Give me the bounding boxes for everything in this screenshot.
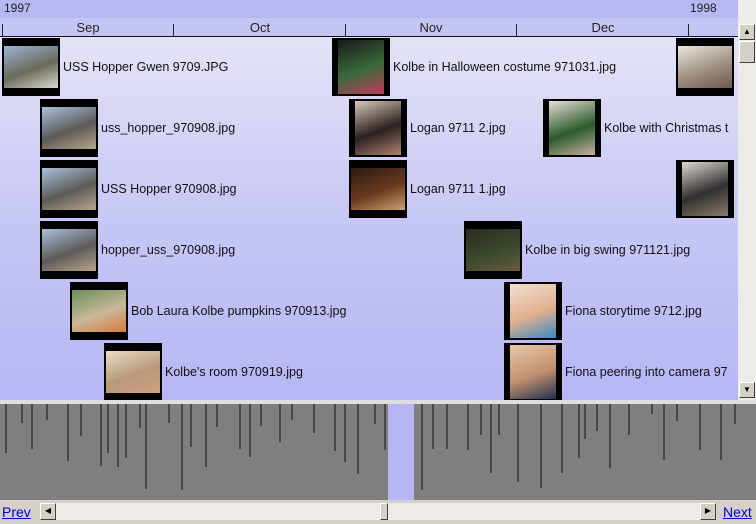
- scroll-left-button[interactable]: ◀: [40, 503, 56, 520]
- photo-thumbnail[interactable]: [349, 160, 407, 218]
- month-tick: [2, 24, 3, 36]
- photo-thumbnail[interactable]: [464, 221, 522, 279]
- photo-thumbnail[interactable]: [2, 38, 60, 96]
- overview-ticks: [5, 404, 736, 490]
- photo-filename[interactable]: Fiona peering into camera 97: [565, 365, 728, 379]
- photo-image: [351, 168, 405, 210]
- photo-filename[interactable]: USS Hopper 970908.jpg: [101, 182, 237, 196]
- photo-filename[interactable]: USS Hopper Gwen 9709.JPG: [63, 60, 228, 74]
- next-link[interactable]: Next: [723, 504, 752, 520]
- overview-band[interactable]: [0, 400, 756, 500]
- month-tick: [345, 24, 346, 36]
- photo-image: [510, 284, 556, 338]
- month-tick: [173, 24, 174, 36]
- photo-filename[interactable]: uss_hopper_970908.jpg: [101, 121, 235, 135]
- photo-item[interactable]: [676, 38, 734, 96]
- photo-item[interactable]: Kolbe's room 970919.jpg: [104, 343, 303, 400]
- month-label-sep: Sep: [76, 20, 100, 35]
- month-strip: Sep Oct Nov Dec: [0, 18, 738, 37]
- photo-filename[interactable]: hopper_uss_970908.jpg: [101, 243, 235, 257]
- photo-thumbnail[interactable]: [332, 38, 390, 96]
- year-strip: 1997 1998: [0, 0, 738, 18]
- scroll-right-button[interactable]: ▶: [700, 503, 716, 520]
- photo-image: [466, 229, 520, 271]
- month-label-nov: Nov: [419, 20, 443, 35]
- photo-item[interactable]: Bob Laura Kolbe pumpkins 970913.jpg: [70, 282, 346, 340]
- photo-item[interactable]: Kolbe in Halloween costume 971031.jpg: [332, 38, 616, 96]
- photo-filename[interactable]: Kolbe with Christmas t: [604, 121, 728, 135]
- photo-image: [42, 107, 96, 149]
- photo-thumbnail[interactable]: [543, 99, 601, 157]
- photo-item[interactable]: [676, 160, 734, 218]
- photo-filename[interactable]: Kolbe in big swing 971121.jpg: [525, 243, 690, 257]
- bottom-bar: Prev ◀ ▶ Next: [0, 500, 756, 524]
- photo-thumbnail[interactable]: [40, 160, 98, 218]
- scroll-down-button[interactable]: ▼: [739, 382, 755, 398]
- triangle-left-icon: ◀: [44, 506, 52, 515]
- photo-item[interactable]: Logan 9711 2.jpg: [349, 99, 506, 157]
- photo-thumbnail[interactable]: [676, 160, 734, 218]
- prev-link[interactable]: Prev: [2, 504, 31, 520]
- month-label-oct: Oct: [249, 20, 271, 35]
- photo-image: [106, 351, 160, 393]
- photo-item[interactable]: Logan 9711 1.jpg: [349, 160, 506, 218]
- photo-item[interactable]: USS Hopper Gwen 9709.JPG: [2, 38, 228, 96]
- vertical-scrollbar[interactable]: ▲ ▼: [738, 0, 756, 400]
- photo-image: [42, 168, 96, 210]
- triangle-up-icon: ▲: [743, 27, 751, 36]
- photo-filename[interactable]: Fiona storytime 9712.jpg: [565, 304, 702, 318]
- horizontal-scroll-thumb[interactable]: [380, 503, 388, 520]
- year-label-1997: 1997: [4, 1, 31, 15]
- photo-thumbnail[interactable]: [504, 343, 562, 400]
- photo-image: [678, 46, 732, 88]
- triangle-right-icon: ▶: [704, 506, 712, 515]
- photo-filename[interactable]: Bob Laura Kolbe pumpkins 970913.jpg: [131, 304, 346, 318]
- photo-image: [4, 46, 58, 88]
- photo-filename[interactable]: Kolbe in Halloween costume 971031.jpg: [393, 60, 616, 74]
- photo-image: [42, 229, 96, 271]
- photo-item[interactable]: Fiona storytime 9712.jpg: [504, 282, 702, 340]
- photo-image: [549, 101, 595, 155]
- photo-thumbnail[interactable]: [504, 282, 562, 340]
- photo-image: [682, 162, 728, 216]
- horizontal-scrollbar[interactable]: ◀ ▶: [40, 503, 716, 520]
- photo-image: [338, 40, 384, 94]
- photo-item[interactable]: hopper_uss_970908.jpg: [40, 221, 235, 279]
- triangle-down-icon: ▼: [743, 385, 751, 394]
- photo-filename[interactable]: Logan 9711 1.jpg: [410, 182, 506, 196]
- year-label-1998: 1998: [690, 1, 717, 15]
- photo-thumbnail[interactable]: [104, 343, 162, 400]
- month-label-dec: Dec: [591, 20, 615, 35]
- photo-thumbnail[interactable]: [676, 38, 734, 96]
- photo-item[interactable]: Kolbe in big swing 971121.jpg: [464, 221, 690, 279]
- photo-thumbnail[interactable]: [70, 282, 128, 340]
- month-tick: [516, 24, 517, 36]
- photo-thumbnail[interactable]: [40, 221, 98, 279]
- photo-filename[interactable]: Kolbe's room 970919.jpg: [165, 365, 303, 379]
- photo-thumbnail[interactable]: [349, 99, 407, 157]
- photo-item[interactable]: Fiona peering into camera 97: [504, 343, 728, 400]
- photo-image: [72, 290, 126, 332]
- photo-thumbnail[interactable]: [40, 99, 98, 157]
- vertical-scroll-thumb[interactable]: [739, 41, 755, 63]
- photo-image: [510, 345, 556, 399]
- photo-item[interactable]: uss_hopper_970908.jpg: [40, 99, 235, 157]
- photo-item[interactable]: USS Hopper 970908.jpg: [40, 160, 237, 218]
- scroll-up-button[interactable]: ▲: [739, 24, 755, 40]
- month-tick: [688, 24, 689, 36]
- photo-item[interactable]: Kolbe with Christmas t: [543, 99, 728, 157]
- photo-filename[interactable]: Logan 9711 2.jpg: [410, 121, 506, 135]
- photo-image: [355, 101, 401, 155]
- overview-window[interactable]: [388, 404, 414, 500]
- timeline-view[interactable]: 1997 1998 Sep Oct Nov Dec USS Hopper Gwe…: [0, 0, 738, 400]
